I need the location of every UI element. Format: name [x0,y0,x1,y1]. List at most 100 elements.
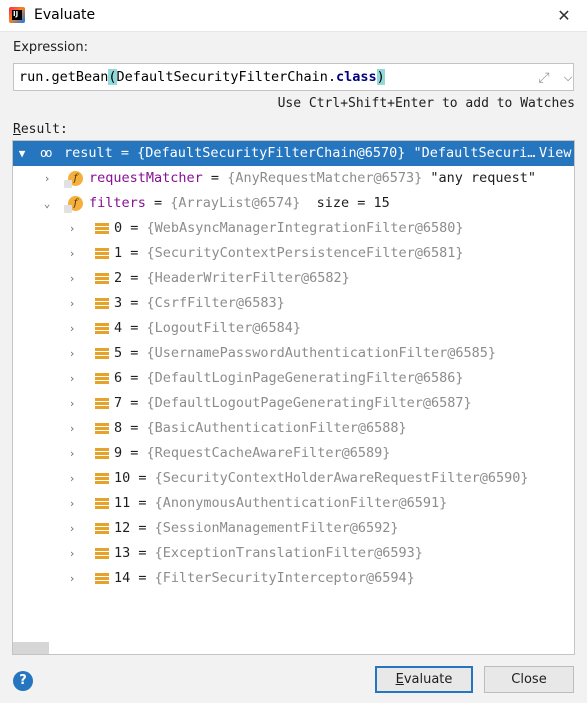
list-item[interactable]: › 10 = {SecurityContextHolderAwareRequest… [13,466,574,491]
close-button[interactable]: Close [484,666,574,693]
equals-sign: = [122,295,147,311]
item-value: {CsrfFilter@6583} [146,295,285,311]
list-item[interactable]: › 5 = {UsernamePasswordAuthenticationFilt… [13,341,574,366]
list-item[interactable]: › 3 = {CsrfFilter@6583} [13,291,574,316]
array-element-icon [95,323,109,334]
help-icon[interactable]: ? [13,671,33,691]
array-element-icon [95,223,109,234]
chevron-down-icon[interactable]: ⌵ [561,68,575,88]
item-index: 2 [114,270,123,286]
item-index: 14 [114,570,131,586]
expand-icon[interactable]: ⤢ [535,69,553,87]
tree-row-request-matcher[interactable]: › f requestMatcher = {AnyRequestMatcher@… [13,166,574,191]
chevron-right-icon[interactable]: › [65,416,79,441]
list-item[interactable]: › 0 = {WebAsyncManagerIntegrationFilter@6… [13,216,574,241]
list-item-text: 9 = {RequestCacheAwareFilter@6589} [114,441,390,466]
list-item[interactable]: › 1 = {SecurityContextPersistenceFilter@6… [13,241,574,266]
tree-row-filters[interactable]: ⌄ f filters = {ArrayList@6574} size = 15 [13,191,574,216]
equals-sign: = [122,320,147,336]
class-keyword: class [336,69,377,85]
array-element-icon [95,523,109,534]
result-name: result [64,145,113,161]
title-bar: IJ Evaluate ✕ [0,0,587,32]
list-item[interactable]: › 7 = {DefaultLogoutPageGeneratingFilter@… [13,391,574,416]
list-item[interactable]: › 11 = {AnonymousAuthenticationFilter@659… [13,491,574,516]
tree-row-result[interactable]: ▼ oo result = {DefaultSecurityFilterChai… [13,141,574,166]
item-value: {SessionManagementFilter@6592} [154,520,399,536]
equals-sign: = [122,445,147,461]
list-item[interactable]: › 12 = {SessionManagementFilter@6592} [13,516,574,541]
result-tree[interactable]: ▼ oo result = {DefaultSecurityFilterChai… [12,140,575,655]
array-element-icon [95,373,109,384]
item-index: 8 [114,420,123,436]
chevron-right-icon[interactable]: › [65,391,79,416]
chevron-right-icon[interactable]: › [65,491,79,516]
item-value: {DefaultLoginPageGeneratingFilter@6586} [146,370,464,386]
open-paren-highlight: ( [108,69,117,85]
item-value: {BasicAuthenticationFilter@6588} [146,420,407,436]
item-value: {ExceptionTranslationFilter@6593} [154,545,423,561]
equals-sign: = [122,395,147,411]
expression-text[interactable]: run.getBean(DefaultSecurityFilterChain.c… [19,69,385,85]
filters-text: filters = {ArrayList@6574} size = 15 [89,191,390,216]
item-value: {UsernamePasswordAuthenticationFilter@65… [146,345,497,361]
result-label: Result: [13,122,68,137]
item-index: 10 [114,470,131,486]
list-item-text: 14 = {FilterSecurityInterceptor@6594} [114,566,415,591]
chevron-right-icon[interactable]: › [65,216,79,241]
size-text: size = 15 [300,195,390,211]
request-matcher-text: requestMatcher = {AnyRequestMatcher@6573… [89,166,536,191]
item-value: {DefaultLogoutPageGeneratingFilter@6587} [146,395,472,411]
chevron-down-icon[interactable]: ⌄ [40,191,54,216]
array-element-icon [95,498,109,509]
equals-sign: = [122,420,147,436]
list-item-text: 10 = {SecurityContextHolderAwareRequestF… [114,466,529,491]
view-link[interactable]: View [539,141,572,166]
array-element-icon [95,273,109,284]
chevron-right-icon[interactable]: › [65,566,79,591]
close-icon[interactable]: ✕ [554,6,574,26]
evaluate-button[interactable]: Evaluate [375,666,473,693]
list-item[interactable]: › 6 = {DefaultLoginPageGeneratingFilter@6… [13,366,574,391]
chevron-right-icon[interactable]: › [65,291,79,316]
item-value: {RequestCacheAwareFilter@6589} [146,445,391,461]
chevron-right-icon[interactable]: › [65,341,79,366]
array-element-icon [95,473,109,484]
chevron-right-icon[interactable]: › [65,466,79,491]
item-index: 5 [114,345,123,361]
result-label-rest: esult: [20,122,68,137]
list-item[interactable]: › 4 = {LogoutFilter@6584} [13,316,574,341]
list-item[interactable]: › 13 = {ExceptionTranslationFilter@6593} [13,541,574,566]
chevron-right-icon[interactable]: › [65,441,79,466]
array-element-icon [95,448,109,459]
list-item-text: 1 = {SecurityContextPersistenceFilter@65… [114,241,464,266]
item-index: 11 [114,495,131,511]
list-item[interactable]: › 9 = {RequestCacheAwareFilter@6589} [13,441,574,466]
list-item[interactable]: › 8 = {BasicAuthenticationFilter@6588} [13,416,574,441]
equals-sign: = [122,220,147,236]
item-index: 12 [114,520,131,536]
chevron-right-icon[interactable]: › [40,166,54,191]
item-value: {WebAsyncManagerIntegrationFilter@6580} [146,220,464,236]
expression-input[interactable]: run.getBean(DefaultSecurityFilterChain.c… [13,63,574,91]
list-item[interactable]: › 14 = {FilterSecurityInterceptor@6594} [13,566,574,591]
watches-hint: Use Ctrl+Shift+Enter to add to Watches [277,96,575,111]
lock-icon [64,180,72,188]
field-name: filters [89,195,146,211]
close-paren-highlight: ) [376,69,385,85]
array-element-icon [95,348,109,359]
equals-sign: = [122,245,147,261]
chevron-right-icon[interactable]: › [65,266,79,291]
item-value: {SecurityContextHolderAwareRequestFilter… [154,470,529,486]
chevron-right-icon[interactable]: › [65,541,79,566]
chevron-right-icon[interactable]: › [65,241,79,266]
horizontal-scrollbar[interactable] [13,642,49,654]
intellij-app-icon: IJ [9,7,25,23]
list-item[interactable]: › 2 = {HeaderWriterFilter@6582} [13,266,574,291]
chevron-right-icon[interactable]: › [65,316,79,341]
chevron-down-icon[interactable]: ▼ [15,141,29,166]
expression-argument: DefaultSecurityFilterChain. [116,69,336,85]
chevron-right-icon[interactable]: › [65,516,79,541]
equals-sign: = [202,170,228,186]
chevron-right-icon[interactable]: › [65,366,79,391]
